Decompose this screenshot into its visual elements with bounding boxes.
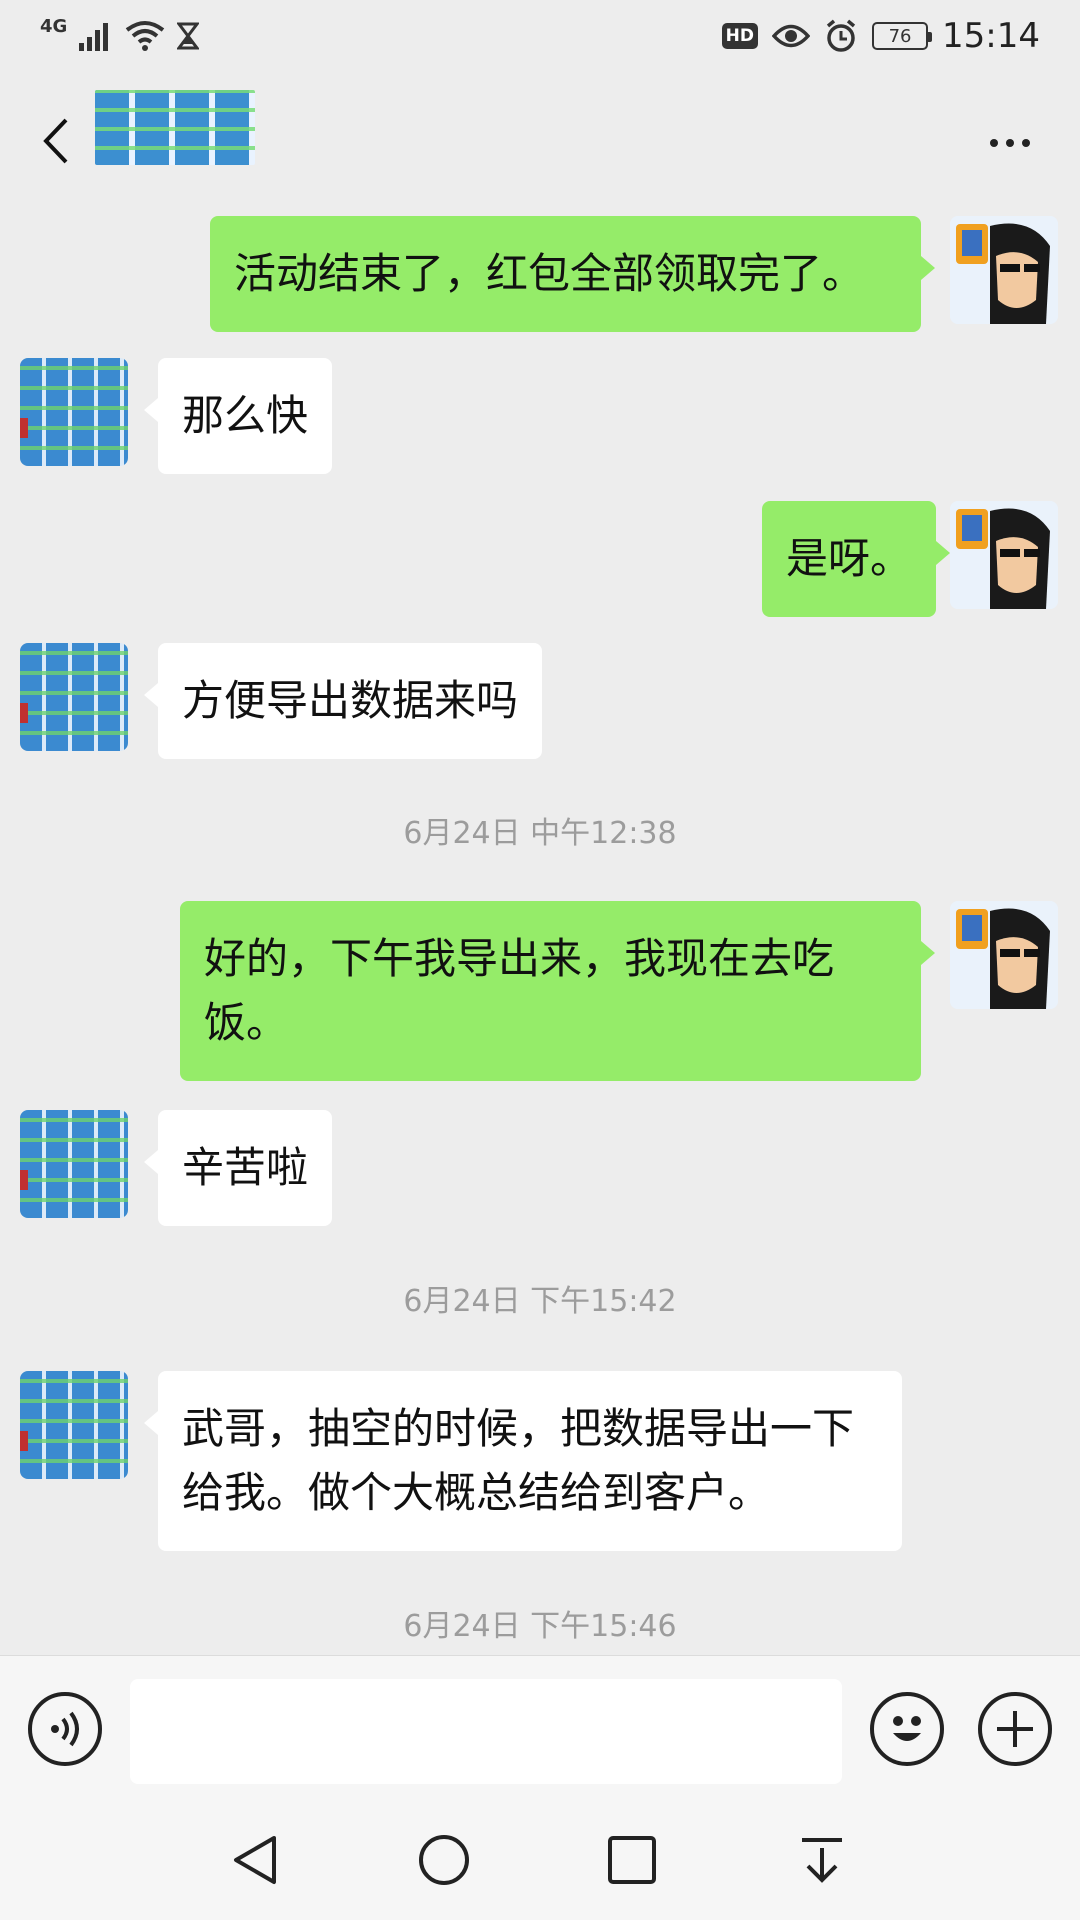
message-bubble-incoming[interactable]: 武哥，抽空的时候，把数据导出一下给我。做个大概总结给到客户。 — [144, 1371, 902, 1551]
chat-header — [0, 75, 1080, 205]
recents-square-icon — [608, 1836, 656, 1884]
message-bubble-outgoing[interactable]: 是呀。 — [762, 501, 951, 617]
message-timestamp: 6月24日 中午12:38 — [403, 816, 677, 851]
chat-title-image — [95, 90, 255, 165]
message-timestamp: 6月24日 下午15:46 — [403, 1609, 677, 1644]
avatar-self[interactable] — [950, 901, 1058, 1009]
message-text: 是呀。 — [786, 534, 913, 583]
message-bubble-outgoing[interactable]: 好的，下午我导出来，我现在去吃饭。 — [180, 901, 935, 1081]
avatar-self[interactable] — [950, 501, 1058, 609]
alarm-icon — [826, 19, 856, 52]
signal-icon — [79, 23, 109, 51]
plus-button[interactable] — [978, 1692, 1052, 1766]
avatar-contact[interactable] — [20, 643, 128, 751]
message-bubble-incoming[interactable]: 那么快 — [143, 358, 333, 474]
network-type: 4G — [40, 15, 68, 37]
home-circle-icon — [419, 1835, 469, 1885]
notification-pull-icon — [802, 1838, 842, 1883]
avatar-contact[interactable] — [20, 358, 128, 466]
chevron-left-icon — [43, 118, 68, 164]
status-left: 4G — [40, 14, 200, 58]
message-bubble-incoming[interactable]: 方便导出数据来吗 — [143, 643, 543, 759]
message-input[interactable] — [130, 1679, 842, 1784]
system-navigation-bar — [0, 1800, 1080, 1920]
clock: 15:14 — [942, 16, 1040, 56]
message-text: 方便导出数据来吗 — [182, 676, 519, 725]
emoji-icon — [893, 1716, 921, 1741]
message-text: 活动结束了，红包全部领取完了。 — [234, 249, 865, 298]
chat-messages: 活动结束了，红包全部领取完了。 那么快 是呀。 方便导出数据来吗 6月24日 中… — [0, 205, 1080, 1655]
hd-badge: HD — [721, 23, 759, 49]
more-button[interactable] — [980, 113, 1040, 173]
message-timestamp: 6月24日 下午15:42 — [403, 1284, 677, 1319]
message-text: 好的，下午我导出来，我现在去吃饭。 — [204, 934, 835, 1047]
plus-icon — [997, 1711, 1033, 1747]
avatar-contact[interactable] — [20, 1110, 128, 1218]
message-text: 那么快 — [182, 391, 309, 440]
status-right: HD 76 15:14 — [721, 14, 1040, 58]
avatar-self[interactable] — [950, 216, 1058, 324]
message-bubble-incoming[interactable]: 辛苦啦 — [143, 1110, 333, 1226]
system-notification-button[interactable] — [790, 1828, 854, 1892]
system-recents-button[interactable] — [600, 1828, 664, 1892]
battery-indicator: 76 — [872, 22, 933, 50]
voice-button[interactable] — [28, 1692, 102, 1766]
avatar-contact[interactable] — [20, 1371, 128, 1479]
emoji-button[interactable] — [870, 1692, 944, 1766]
anime-avatar-icon — [950, 901, 1058, 1009]
back-button[interactable] — [30, 111, 80, 171]
voice-icon — [51, 1711, 79, 1747]
more-dots-icon — [990, 139, 998, 147]
back-triangle-icon — [234, 1836, 276, 1884]
hourglass-icon — [177, 22, 200, 50]
message-text: 武哥，抽空的时候，把数据导出一下给我。做个大概总结给到客户。 — [182, 1404, 855, 1517]
eye-icon — [772, 24, 811, 48]
wifi-icon — [126, 21, 165, 51]
message-text: 辛苦啦 — [182, 1143, 309, 1192]
system-home-button[interactable] — [412, 1828, 476, 1892]
message-input-bar — [0, 1655, 1080, 1800]
status-bar: 4G HD 76 15:14 — [0, 0, 1080, 75]
more-dot — [1006, 139, 1014, 147]
system-back-button[interactable] — [224, 1828, 288, 1892]
more-dot — [1022, 139, 1030, 147]
anime-avatar-icon — [950, 501, 1058, 609]
anime-avatar-icon — [950, 216, 1058, 324]
message-bubble-outgoing[interactable]: 活动结束了，红包全部领取完了。 — [210, 216, 935, 332]
